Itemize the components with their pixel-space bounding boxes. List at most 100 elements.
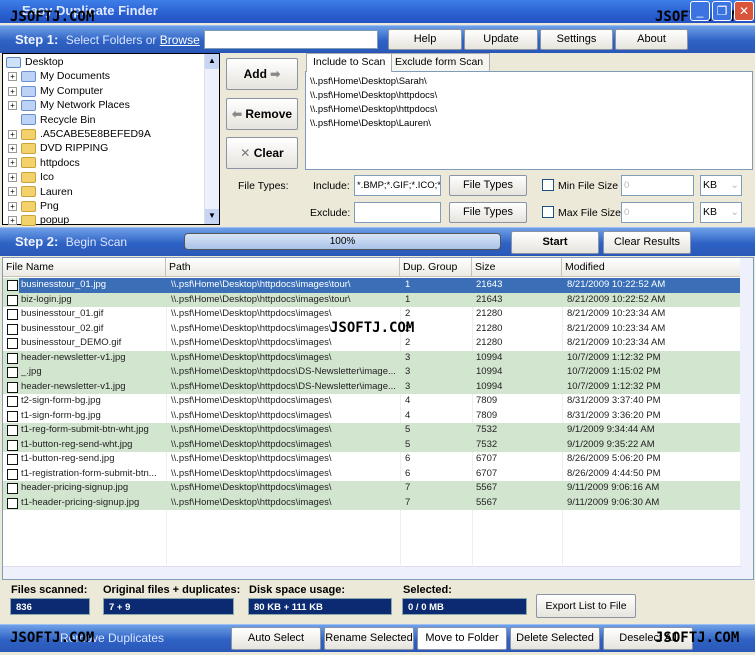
row-checkbox[interactable] <box>7 439 18 451</box>
clear-results-button[interactable]: Clear Results <box>603 231 691 254</box>
row-checkbox[interactable] <box>7 367 18 378</box>
scan-path-item[interactable]: \\.psf\Home\Desktop\httpdocs\ <box>306 103 752 117</box>
tab-exclude[interactable]: Exclude form Scan <box>388 53 491 71</box>
col-modified[interactable]: Modified <box>562 258 741 277</box>
expand-icon[interactable]: + <box>8 158 17 168</box>
folder-input[interactable] <box>204 30 378 49</box>
row-checkbox[interactable] <box>7 294 18 306</box>
vertical-scrollbar[interactable] <box>740 258 753 579</box>
delete-selected-button[interactable]: Delete Selected <box>510 627 600 650</box>
tree-item[interactable]: + popup <box>3 213 219 227</box>
tree-item[interactable]: + Lauren <box>3 185 219 199</box>
exclude-file-types-button[interactable]: File Types <box>449 202 527 223</box>
browse-link[interactable]: Browse <box>160 33 200 47</box>
table-row[interactable]: businesstour_01.jpg \\.psf\Home\Desktop\h… <box>3 278 741 293</box>
col-size[interactable]: Size <box>472 258 562 277</box>
tab-include[interactable]: Include to Scan <box>306 53 393 72</box>
row-checkbox[interactable] <box>7 454 18 465</box>
tree-item[interactable]: + .A5CABE5E8BEFED9A <box>3 127 219 141</box>
remove-button[interactable]: ⬅ Remove <box>226 98 298 130</box>
minimize-button[interactable]: _ <box>690 1 710 21</box>
row-checkbox[interactable] <box>7 468 18 480</box>
expand-icon[interactable]: + <box>8 129 17 139</box>
tree-item[interactable]: Recycle Bin <box>3 113 219 127</box>
help-button[interactable]: Help <box>388 29 462 50</box>
horizontal-scrollbar[interactable] <box>3 566 741 579</box>
folder-tree[interactable]: Desktop + My Documents + My Computer + My Net… <box>2 53 220 227</box>
settings-button[interactable]: Settings <box>540 29 613 50</box>
min-size-input[interactable]: 0 <box>621 175 694 196</box>
exclude-input[interactable] <box>354 202 441 223</box>
move-to-folder-button[interactable]: Move to Folder <box>417 627 507 650</box>
table-row[interactable]: t1-button-reg-send-wht.jpg \\.psf\Home\De… <box>3 437 741 452</box>
scroll-up-icon[interactable]: ▲ <box>205 54 219 69</box>
row-checkbox[interactable] <box>7 497 18 509</box>
table-row[interactable]: _.jpg \\.psf\Home\Desktop\httpdocs\DS-New… <box>3 365 741 380</box>
table-row[interactable]: t1-reg-form-submit-btn-wht.jpg \\.psf\Hom… <box>3 423 741 438</box>
maximize-button[interactable]: ❐ <box>712 1 732 21</box>
table-row[interactable]: businesstour_DEMO.gif \\.psf\Home\Desktop… <box>3 336 741 351</box>
include-file-types-button[interactable]: File Types <box>449 175 527 196</box>
scan-progress-bar: 100% <box>184 233 501 250</box>
tree-item-desktop[interactable]: Desktop <box>3 55 219 69</box>
row-checkbox[interactable] <box>7 280 18 291</box>
scan-path-item[interactable]: \\.psf\Home\Desktop\Sarah\ <box>306 75 752 89</box>
min-size-checkbox[interactable] <box>542 179 554 191</box>
scan-path-item[interactable]: \\.psf\Home\Desktop\Lauren\ <box>306 117 752 131</box>
clear-button[interactable]: ✕ Clear <box>226 137 298 169</box>
tree-item[interactable]: + Png <box>3 199 219 213</box>
row-checkbox[interactable] <box>7 425 18 436</box>
add-button[interactable]: Add ➡ <box>226 58 298 90</box>
tree-scrollbar[interactable]: ▲ ▼ <box>204 54 219 224</box>
scan-path-item[interactable]: \\.psf\Home\Desktop\httpdocs\ <box>306 89 752 103</box>
table-row[interactable]: biz-login.jpg \\.psf\Home\Desktop\httpdoc… <box>3 292 741 307</box>
max-unit-select[interactable]: KB ⌄ <box>700 202 742 223</box>
export-list-button[interactable]: Export List to File <box>536 594 636 618</box>
table-row[interactable]: t1-registration-form-submit-btn... \\.psf… <box>3 467 741 482</box>
row-checkbox[interactable] <box>7 309 18 320</box>
close-button[interactable]: ✕ <box>734 1 754 21</box>
min-unit-select[interactable]: KB ⌄ <box>700 175 742 196</box>
include-input[interactable]: *.BMP;*.GIF;*.ICO;*. <box>354 175 441 196</box>
tree-item[interactable]: + httpdocs <box>3 156 219 170</box>
scroll-down-icon[interactable]: ▼ <box>205 209 219 224</box>
expand-icon[interactable]: + <box>8 187 17 197</box>
rename-selected-button[interactable]: Rename Selected <box>324 627 414 650</box>
start-button[interactable]: Start <box>511 231 599 254</box>
row-checkbox[interactable] <box>7 483 18 494</box>
table-row[interactable]: t1-button-reg-send.jpg \\.psf\Home\Deskto… <box>3 452 741 467</box>
update-button[interactable]: Update <box>464 29 538 50</box>
tree-item[interactable]: + My Documents <box>3 69 219 83</box>
expand-icon[interactable]: + <box>8 72 17 82</box>
tree-item[interactable]: + My Network Places <box>3 98 219 112</box>
expand-icon[interactable]: + <box>8 216 17 226</box>
col-path[interactable]: Path <box>166 258 400 277</box>
table-row[interactable]: header-newsletter-v1.jpg \\.psf\Home\Desk… <box>3 379 741 394</box>
max-size-input[interactable]: 0 <box>621 202 694 223</box>
expand-icon[interactable]: + <box>8 144 17 154</box>
max-size-checkbox[interactable] <box>542 206 554 218</box>
col-file-name[interactable]: File Name <box>3 258 166 277</box>
table-row[interactable]: header-newsletter-v1.jpg \\.psf\Home\Desk… <box>3 350 741 365</box>
scan-paths-list[interactable]: \\.psf\Home\Desktop\Sarah\ \\.psf\Home\De… <box>305 71 753 170</box>
tree-item[interactable]: + My Computer <box>3 84 219 98</box>
row-checkbox[interactable] <box>7 323 18 335</box>
expand-icon[interactable]: + <box>8 86 17 96</box>
auto-select-button[interactable]: Auto Select <box>231 627 321 650</box>
row-checkbox[interactable] <box>7 396 18 407</box>
col-dup-group[interactable]: Dup. Group ▲ <box>400 258 472 284</box>
expand-icon[interactable]: + <box>8 201 17 211</box>
row-checkbox[interactable] <box>7 352 18 364</box>
row-checkbox[interactable] <box>7 410 18 422</box>
table-row[interactable]: header-pricing-signup.jpg \\.psf\Home\Des… <box>3 481 741 496</box>
table-row[interactable]: t2-sign-form-bg.jpg \\.psf\Home\Desktop\h… <box>3 394 741 409</box>
tree-item[interactable]: + DVD RIPPING <box>3 141 219 155</box>
row-checkbox[interactable] <box>7 381 18 393</box>
row-checkbox[interactable] <box>7 338 18 349</box>
table-row[interactable]: t1-header-pricing-signup.jpg \\.psf\Home\… <box>3 495 741 510</box>
tree-item[interactable]: + Ico <box>3 170 219 184</box>
table-row[interactable]: t1-sign-form-bg.jpg \\.psf\Home\Desktop\h… <box>3 409 741 424</box>
expand-icon[interactable]: + <box>8 172 17 182</box>
about-button[interactable]: About <box>615 29 688 50</box>
expand-icon[interactable]: + <box>8 100 17 110</box>
